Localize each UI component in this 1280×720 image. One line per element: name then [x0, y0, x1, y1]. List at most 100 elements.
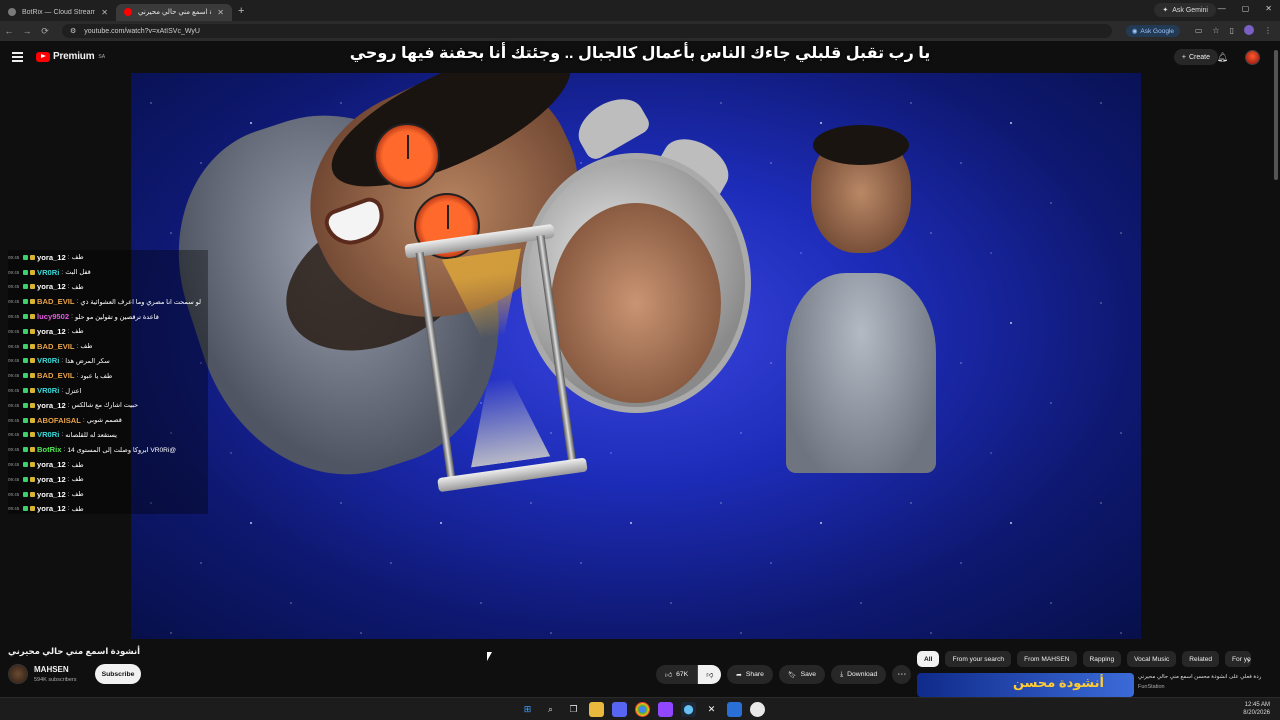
share-button[interactable]: ➦ Share [727, 665, 773, 684]
chat-username[interactable]: yora_12 [37, 282, 66, 291]
chat-username[interactable]: BAD_EVIL [37, 297, 75, 306]
kick-badge-icon [23, 299, 28, 305]
subscriber-badge-icon [30, 343, 35, 349]
back-arrow-icon[interactable]: ← [0, 26, 18, 36]
steam-icon[interactable]: ⬤ [681, 702, 696, 717]
chat-username[interactable]: VR0Ri [37, 430, 59, 439]
page-scrollbar[interactable] [1274, 50, 1278, 180]
maximize-button[interactable]: ▢ [1242, 4, 1250, 13]
kick-badge-icon [23, 447, 28, 453]
video-subtitle-overlay: يا رب تقبل قلبلي جاءك الناس بأعمال كالجب… [349, 45, 931, 62]
sidebar-icon[interactable]: ▯ [1230, 26, 1234, 35]
chat-username[interactable]: yora_12 [37, 490, 66, 499]
save-button[interactable]: 🔖︎ Save [778, 665, 826, 684]
more-actions-icon[interactable]: ⋯ [892, 665, 912, 684]
obs-icon[interactable] [750, 702, 765, 717]
chat-username[interactable]: BotRix [37, 445, 61, 454]
chat-username[interactable]: VR0Ri [37, 386, 59, 395]
chat-separator: : [67, 327, 70, 335]
chat-username[interactable]: yora_12 [37, 460, 66, 469]
address-bar[interactable]: ⚙ youtube.com/watch?v=xAtISVc_WyU [62, 24, 1112, 38]
chat-timestamp: 09:45 [8, 299, 20, 305]
chrome-icon[interactable] [635, 702, 650, 717]
ask-google-button[interactable]: ◉ Ask Google [1125, 25, 1180, 37]
chat-username[interactable]: BAD_EVIL [37, 371, 75, 380]
right-figure-hair [813, 125, 909, 165]
chat-username[interactable]: VR0Ri [37, 268, 59, 277]
recommended-thumbnail[interactable]: أنشودة محسن [917, 673, 1134, 697]
subscriber-badge-icon [30, 388, 35, 394]
tab-botrix[interactable]: BotRix — Cloud Streaming Bot ✕ [0, 4, 116, 21]
profile-avatar-icon[interactable] [1244, 25, 1254, 35]
chat-message-text: طف [80, 343, 93, 351]
recommended-channel: FunStation [1138, 684, 1165, 690]
chat-separator: : [67, 461, 70, 469]
chat-message: 09:45 VR0Ri: سكر المرض هذا [8, 354, 208, 369]
bookmark-star-icon[interactable]: ☆ [1212, 26, 1219, 35]
chat-username[interactable]: yora_12 [37, 253, 66, 262]
cast-icon[interactable]: ▭ [1195, 26, 1203, 35]
tab-youtube[interactable]: أنشودة اسمع مني حالي محيرني ✕ [116, 3, 232, 21]
task-view-icon[interactable]: ❐ [566, 702, 581, 717]
close-tab-icon[interactable]: ✕ [217, 8, 224, 17]
chat-message: 09:45 BAD_EVIL: طف [8, 339, 208, 354]
chat-username[interactable]: lucy9502 [37, 312, 69, 321]
reload-icon[interactable]: ⟳ [36, 26, 54, 37]
video-player[interactable] [131, 73, 1141, 639]
minimize-button[interactable]: — [1218, 4, 1226, 13]
code-icon[interactable] [727, 702, 742, 717]
kick-badge-icon [23, 314, 28, 320]
search-icon[interactable]: ⌕ [543, 702, 558, 717]
chat-username[interactable]: BAD_EVIL [37, 342, 75, 351]
dislike-button[interactable]: 👎︎ [698, 665, 722, 684]
chat-username[interactable]: yora_12 [37, 475, 66, 484]
clock-face-person [551, 203, 721, 403]
discord-icon[interactable] [612, 702, 627, 717]
windows-start-icon[interactable]: ⊞ [520, 702, 535, 717]
system-clock[interactable]: 12:45 AM 8/20/2026 [1243, 701, 1270, 717]
file-explorer-icon[interactable] [589, 702, 604, 717]
subscriber-badge-icon [30, 314, 35, 320]
chat-username[interactable]: ABOFAISAL [37, 416, 81, 425]
channel-avatar[interactable] [8, 664, 28, 684]
kick-badge-icon [23, 402, 28, 408]
chip-vocal-music[interactable]: Vocal Music [1127, 651, 1177, 667]
chat-timestamp: 09:45 [8, 402, 20, 408]
close-tab-icon[interactable]: ✕ [101, 8, 108, 17]
chevron-right-icon[interactable]: › [1247, 655, 1250, 665]
chat-timestamp: 09:45 [8, 388, 20, 394]
kick-badge-icon [23, 343, 28, 349]
chip-from-search[interactable]: From your search [945, 651, 1012, 667]
close-window-button[interactable]: ✕ [1265, 4, 1272, 13]
chat-username[interactable]: VR0Ri [37, 356, 59, 365]
download-button[interactable]: ⤓ Download [831, 665, 887, 684]
chat-separator: : [67, 475, 70, 483]
chip-rapping[interactable]: Rapping [1082, 651, 1122, 667]
kick-badge-icon [23, 462, 28, 468]
chat-username[interactable]: yora_12 [37, 401, 66, 410]
twitch-icon[interactable] [658, 702, 673, 717]
site-info-icon[interactable]: ⚙ [70, 27, 76, 35]
kebab-menu-icon[interactable]: ⋮ [1264, 26, 1272, 35]
chip-related[interactable]: Related [1182, 651, 1220, 667]
channel-name[interactable]: MAHSEN [34, 665, 69, 674]
ask-gemini-button[interactable]: ✦ Ask Gemini [1154, 3, 1216, 17]
chip-all[interactable]: All [917, 651, 940, 667]
forward-arrow-icon[interactable]: → [18, 26, 36, 36]
capcut-icon[interactable]: ✕ [704, 702, 719, 717]
like-button[interactable]: 👍︎ 67K [656, 665, 699, 684]
chat-username[interactable]: yora_12 [37, 327, 66, 336]
save-label: Save [800, 671, 817, 678]
recommended-title[interactable]: ردة فعلي على أنشودة محسن اسمع مني حالي م… [1138, 674, 1280, 680]
kick-badge-icon [23, 373, 28, 379]
new-tab-button[interactable]: + [238, 5, 244, 17]
chat-separator: : [76, 372, 79, 380]
chat-separator: : [61, 431, 64, 439]
chat-message-text: حبيت اشارك مع شالكس [71, 402, 139, 410]
chat-timestamp: 09:45 [8, 343, 20, 349]
kick-badge-icon [23, 432, 28, 438]
chat-timestamp: 09:45 [8, 506, 20, 512]
chip-from-mahsen[interactable]: From MAHSEN [1017, 651, 1077, 667]
subscribe-button[interactable]: Subscribe [95, 664, 141, 684]
chat-username[interactable]: yora_12 [37, 504, 66, 513]
